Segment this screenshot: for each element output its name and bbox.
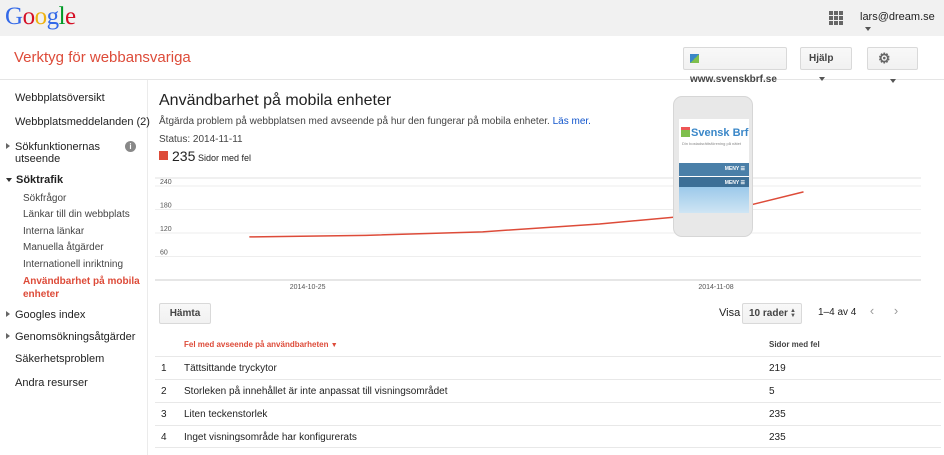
row-index: 3 bbox=[161, 409, 167, 420]
help-button[interactable]: Hjälp bbox=[800, 47, 852, 82]
sidebar-item-links-to-site[interactable]: Länkar till din webbplats bbox=[23, 209, 130, 220]
column-header-pages[interactable]: Sidor med fel bbox=[769, 340, 820, 349]
sidebar-item-label: Sökfunktionernas bbox=[15, 141, 100, 153]
y-tick-label: 60 bbox=[160, 250, 168, 257]
learn-more-link[interactable]: Läs mer. bbox=[553, 116, 591, 127]
pagination-range: 1–4 av 4 bbox=[818, 307, 857, 318]
sidebar-item-search-queries[interactable]: Sökfrågor bbox=[23, 193, 66, 204]
sidebar-item-google-index[interactable]: Googles index bbox=[6, 309, 85, 321]
chevron-right-icon bbox=[6, 311, 10, 317]
chevron-right-icon bbox=[6, 333, 10, 339]
error-count-label: Sidor med fel bbox=[198, 153, 252, 163]
sidebar-item-search-appearance[interactable]: Sökfunktionernas bbox=[6, 141, 100, 153]
row-issue: Liten teckenstorlek bbox=[184, 409, 268, 420]
sidebar-item-search-traffic[interactable]: Söktrafik bbox=[6, 174, 63, 186]
sidebar-item-mobile-usability[interactable]: Användbarhet på mobila bbox=[23, 276, 140, 287]
logo-letter: o bbox=[22, 3, 36, 30]
chevron-down-icon bbox=[6, 178, 12, 182]
phone-menu-bar: MENY ☰ bbox=[679, 163, 749, 176]
sidebar-item-label: Genomsökningsåtgärder bbox=[15, 331, 136, 343]
phone-preview-image: Svensk Brf Din bostadsrättsförening på n… bbox=[673, 96, 753, 237]
logo-letter: e bbox=[65, 3, 76, 30]
sidebar-item-messages[interactable]: Webbplatsmeddelanden (2) bbox=[15, 116, 150, 128]
x-tick-label: 2014-10-25 bbox=[290, 284, 326, 291]
logo-letter: o bbox=[34, 3, 48, 30]
site-selector-button[interactable]: www.svenskbrf.se bbox=[683, 47, 787, 103]
y-tick-label: 240 bbox=[160, 179, 172, 186]
app-title[interactable]: Verktyg för webbansvariga bbox=[14, 49, 191, 66]
logo-letter: G bbox=[5, 3, 23, 30]
chevron-right-icon bbox=[6, 143, 10, 149]
logo-letter: g bbox=[46, 3, 60, 30]
row-issue: Tättsittande tryckytor bbox=[184, 363, 277, 374]
row-index: 1 bbox=[161, 363, 167, 374]
sidebar-item-label-cont: enheter bbox=[23, 289, 60, 300]
column-header-label: Fel med avseende på användbarheten bbox=[184, 340, 329, 349]
prev-page-icon[interactable]: ‹ bbox=[861, 302, 883, 322]
phone-screen: Svensk Brf Din bostadsrättsförening på n… bbox=[679, 119, 749, 213]
house-icon bbox=[681, 127, 690, 137]
page-description: Åtgärda problem på webbplatsen med avsee… bbox=[159, 116, 591, 127]
sidebar-item-label: Googles index bbox=[15, 309, 86, 321]
phone-site-logo: Svensk Brf bbox=[681, 127, 748, 139]
table-row[interactable]: 4 Inget visningsområde har konfigurerats… bbox=[155, 425, 941, 448]
x-tick-label: 2014-11-08 bbox=[698, 284, 733, 291]
row-pages: 219 bbox=[769, 363, 786, 374]
phone-tagline: Din bostadsrättsförening på nätet bbox=[682, 141, 741, 146]
settings-button[interactable]: ⚙ bbox=[867, 47, 918, 84]
next-page-icon[interactable]: › bbox=[885, 302, 907, 322]
chevron-down-icon bbox=[865, 27, 871, 32]
rows-select-value: 10 rader bbox=[749, 308, 788, 319]
table-row[interactable]: 3 Liten teckenstorlek 235 bbox=[155, 402, 941, 425]
table-row[interactable]: 1 Tättsittande tryckytor 219 bbox=[155, 356, 941, 379]
sidebar-item-international-targeting[interactable]: Internationell inriktning bbox=[23, 259, 123, 270]
row-pages: 235 bbox=[769, 409, 786, 420]
sidebar-item-overview[interactable]: Webbplatsöversikt bbox=[15, 92, 105, 104]
account-email: lars@dream.se bbox=[860, 11, 935, 23]
sidebar-item-label: Söktrafik bbox=[16, 174, 64, 186]
google-logo[interactable]: Google bbox=[5, 3, 76, 31]
chevron-down-icon bbox=[890, 79, 896, 84]
table-row[interactable]: 2 Storleken på innehållet är inte anpass… bbox=[155, 379, 941, 402]
status-date: Status: 2014-11-11 bbox=[159, 134, 243, 145]
y-tick-label: 120 bbox=[160, 226, 172, 233]
chevron-down-icon bbox=[819, 77, 825, 82]
error-chart: 240 180 120 60 2014-10-25 2014-11-08 bbox=[155, 177, 921, 291]
account-menu[interactable]: lars@dream.se bbox=[860, 11, 944, 35]
row-issue: Inget visningsområde har konfigurerats bbox=[184, 432, 357, 443]
legend-swatch bbox=[159, 151, 168, 160]
sidebar-item-security[interactable]: Säkerhetsproblem bbox=[15, 353, 104, 365]
error-count: 235 bbox=[172, 148, 196, 164]
gear-icon: ⚙ bbox=[878, 50, 891, 66]
row-pages: 235 bbox=[769, 432, 786, 443]
phone-brand: Svensk Brf bbox=[691, 127, 749, 139]
info-icon[interactable]: i bbox=[125, 141, 136, 152]
y-tick-label: 180 bbox=[160, 203, 172, 210]
fetch-button[interactable]: Hämta bbox=[159, 303, 211, 324]
updown-arrows-icon: ▲ ▼ bbox=[790, 308, 796, 319]
site-selector-label: www.svenskbrf.se bbox=[690, 74, 777, 85]
phone-banner bbox=[679, 187, 749, 213]
sort-desc-icon: ▼ bbox=[330, 342, 338, 349]
sidebar-item-label-cont: utseende bbox=[15, 153, 61, 165]
description-text: Åtgärda problem på webbplatsen med avsee… bbox=[159, 116, 550, 127]
help-label: Hjälp bbox=[809, 53, 834, 64]
row-index: 4 bbox=[161, 432, 167, 443]
top-bar: Google lars@dream.se bbox=[0, 0, 944, 36]
sidebar-item-internal-links[interactable]: Interna länkar bbox=[23, 226, 84, 237]
page-title: Användbarhet på mobila enheter bbox=[159, 92, 392, 109]
rows-label: Visa bbox=[719, 307, 741, 319]
sidebar-item-crawl[interactable]: Genomsökningsåtgärder bbox=[6, 331, 135, 343]
rows-per-page-select[interactable]: 10 rader ▲ ▼ bbox=[742, 303, 802, 324]
row-index: 2 bbox=[161, 386, 167, 397]
column-header-issue[interactable]: Fel med avseende på användbarheten ▼ bbox=[184, 340, 338, 349]
row-pages: 5 bbox=[769, 386, 775, 397]
site-favicon-icon bbox=[690, 53, 699, 63]
header-bar: Verktyg för webbansvariga www.svenskbrf.… bbox=[0, 36, 944, 103]
apps-grid-icon[interactable] bbox=[829, 11, 843, 25]
sidebar-item-other-resources[interactable]: Andra resurser bbox=[15, 377, 88, 389]
row-issue: Storleken på innehållet är inte anpassat… bbox=[184, 386, 448, 397]
sidebar-item-manual-actions[interactable]: Manuella åtgärder bbox=[23, 242, 104, 253]
